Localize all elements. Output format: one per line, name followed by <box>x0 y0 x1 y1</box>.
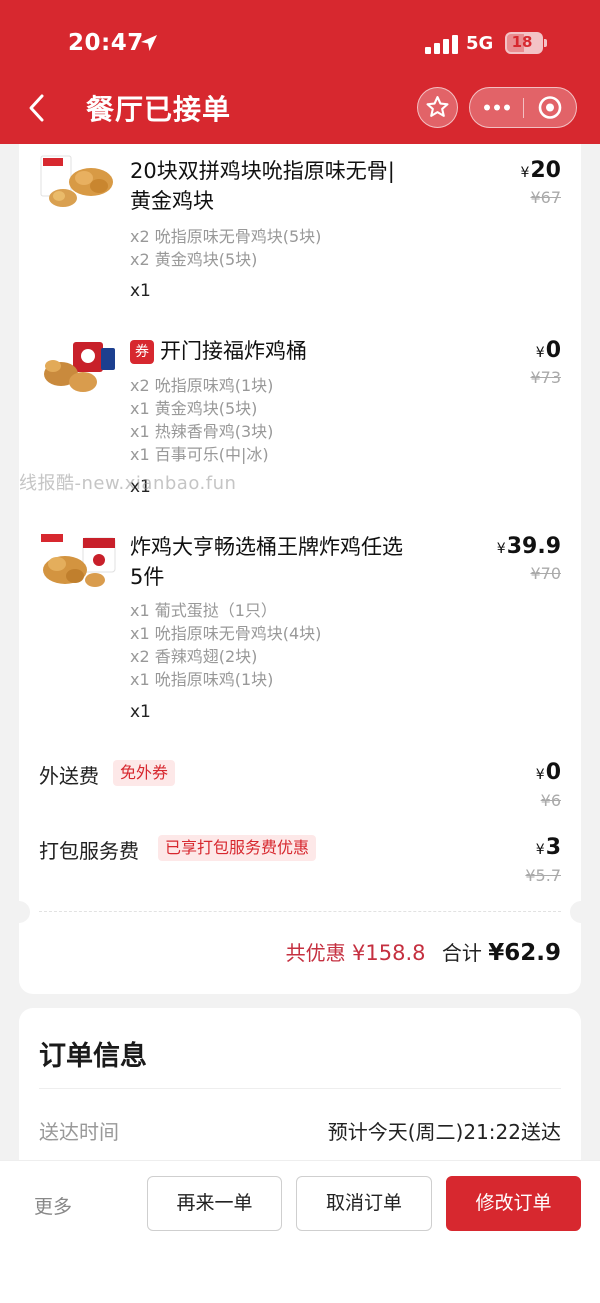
item-quantity: x1 <box>130 281 151 301</box>
item-sub-entry: x1 百事可乐(中|冰) <box>130 445 269 464</box>
item-sub-entry: x2 吮指原味鸡(1块) <box>130 376 274 395</box>
item-name-line: 5件 <box>130 565 165 589</box>
discount-amount: ¥158.8 <box>352 941 426 965</box>
cellular-signal-icon <box>425 34 458 54</box>
order-summary: 共优惠 ¥158.8 合计 ¥62.9 <box>286 937 561 966</box>
item-sub-entry: x1 吮指原味鸡(1块) <box>130 670 274 689</box>
item-price: ¥39.9 <box>497 534 561 559</box>
chicken-bucket-image <box>44 342 115 392</box>
currency-symbol: ¥ <box>520 165 530 181</box>
status-time: 20:47 <box>68 30 144 56</box>
order-info-title: 订单信息 <box>39 1041 147 1072</box>
modify-order-button[interactable]: 修改订单 <box>446 1176 581 1231</box>
item-name-line: 黄金鸡块 <box>130 189 214 213</box>
divider <box>39 1088 561 1089</box>
item-sub-entry: x2 香辣鸡翅(2块) <box>130 647 258 666</box>
item-name: 炸鸡大亨畅选桶王牌炸鸡任选 5件 <box>130 532 440 592</box>
item-name-line: 炸鸡大亨畅选桶王牌炸鸡任选 <box>130 535 403 559</box>
item-sub-entry: x2 黄金鸡块(5块) <box>130 250 258 269</box>
item-price-value: 39.9 <box>506 534 561 559</box>
location-arrow-icon <box>141 35 157 51</box>
item-name-text: 开门接福炸鸡桶 <box>160 339 307 363</box>
delivery-fee-label: 外送费 <box>39 764 99 788</box>
more-menu-button[interactable] <box>470 88 523 127</box>
battery-level: 18 <box>511 33 533 51</box>
delivery-fee-price: ¥0 <box>536 760 561 785</box>
dashed-divider <box>39 911 561 912</box>
currency-symbol: ¥ <box>535 767 545 783</box>
ticket-notch-right <box>570 901 592 923</box>
currency-symbol: ¥ <box>535 842 545 858</box>
currency-symbol: ¥ <box>535 345 545 361</box>
packing-fee-original: ¥5.7 <box>525 866 561 885</box>
delivery-fee-price-value: 0 <box>545 760 561 785</box>
delivery-time-value: 预计今天(周二)21:22送达 <box>327 1120 561 1144</box>
item-original-price: ¥70 <box>530 564 561 583</box>
packing-fee-discount-tag: 已享打包服务费优惠 <box>158 835 317 861</box>
item-price-value: 0 <box>545 338 561 363</box>
nuggets-box-image <box>40 155 113 207</box>
item-sub-entry: x1 吮指原味无骨鸡块(4块) <box>130 624 322 643</box>
item-sub-entry: x1 葡式蛋挞（1只） <box>130 601 277 620</box>
status-bar: 20:47 5G 18 <box>0 0 600 88</box>
total-label: 合计 <box>441 941 482 965</box>
item-sub-entry: x1 黄金鸡块(5块) <box>130 399 258 418</box>
header: 20:47 5G 18 餐厅已接单 <box>0 0 600 144</box>
item-sub-list: x2 吮指原味无骨鸡块(5块) x2 黄金鸡块(5块) <box>130 225 321 271</box>
more-actions-link[interactable]: 更多 <box>34 1192 72 1219</box>
cancel-order-button[interactable]: 取消订单 <box>296 1176 432 1231</box>
star-icon <box>426 95 449 117</box>
battery-icon: 18 <box>505 32 547 54</box>
item-name-line: 20块双拼鸡块吮指原味无骨| <box>130 159 395 183</box>
target-circle-icon <box>538 96 562 119</box>
item-original-price: ¥73 <box>530 368 561 387</box>
ticket-notch-left <box>8 901 30 923</box>
more-dots-icon <box>484 104 510 111</box>
watermark-text: 线报酷-new.xianbao.fun <box>19 473 237 494</box>
item-original-price: ¥67 <box>530 188 561 207</box>
total-amount: ¥62.9 <box>488 940 561 966</box>
reorder-button[interactable]: 再来一单 <box>147 1176 282 1231</box>
item-name: 20块双拼鸡块吮指原味无骨| 黄金鸡块 <box>130 156 430 216</box>
mini-program-capsule <box>469 87 577 128</box>
favorite-button[interactable] <box>417 87 458 128</box>
item-sub-list: x2 吮指原味鸡(1块) x1 黄金鸡块(5块) x1 热辣香骨鸡(3块) x1… <box>130 374 273 466</box>
delivery-time-label: 送达时间 <box>39 1120 119 1144</box>
fried-chicken-bucket-image <box>41 534 116 587</box>
item-name: 券开门接福炸鸡桶 <box>130 336 430 366</box>
discount-label: 共优惠 <box>285 941 346 965</box>
close-mini-program-button[interactable] <box>524 88 577 127</box>
back-arrow-icon[interactable] <box>24 92 52 124</box>
item-quantity: x1 <box>130 702 151 722</box>
order-items-card: 20块双拼鸡块吮指原味无骨| 黄金鸡块 x2 吮指原味无骨鸡块(5块) x2 黄… <box>8 144 592 994</box>
item-price: ¥20 <box>520 158 561 183</box>
delivery-fee-original: ¥6 <box>540 791 561 810</box>
packing-fee-label: 打包服务费 <box>39 839 139 863</box>
packing-fee-price-value: 3 <box>545 835 561 860</box>
item-price-value: 20 <box>530 158 561 183</box>
item-sub-list: x1 葡式蛋挞（1只） x1 吮指原味无骨鸡块(4块) x2 香辣鸡翅(2块) … <box>130 599 321 691</box>
delivery-fee-coupon-tag: 免外券 <box>113 760 176 786</box>
currency-symbol: ¥ <box>496 541 506 557</box>
item-price: ¥0 <box>536 338 561 363</box>
packing-fee-price: ¥3 <box>536 835 561 860</box>
item-sub-entry: x1 热辣香骨鸡(3块) <box>130 422 274 441</box>
coupon-badge: 券 <box>130 340 154 364</box>
network-type: 5G <box>466 33 494 54</box>
page-title: 餐厅已接单 <box>86 93 232 126</box>
item-sub-entry: x2 吮指原味无骨鸡块(5块) <box>130 227 322 246</box>
bottom-action-bar: 更多 再来一单 取消订单 修改订单 <box>0 1160 600 1303</box>
